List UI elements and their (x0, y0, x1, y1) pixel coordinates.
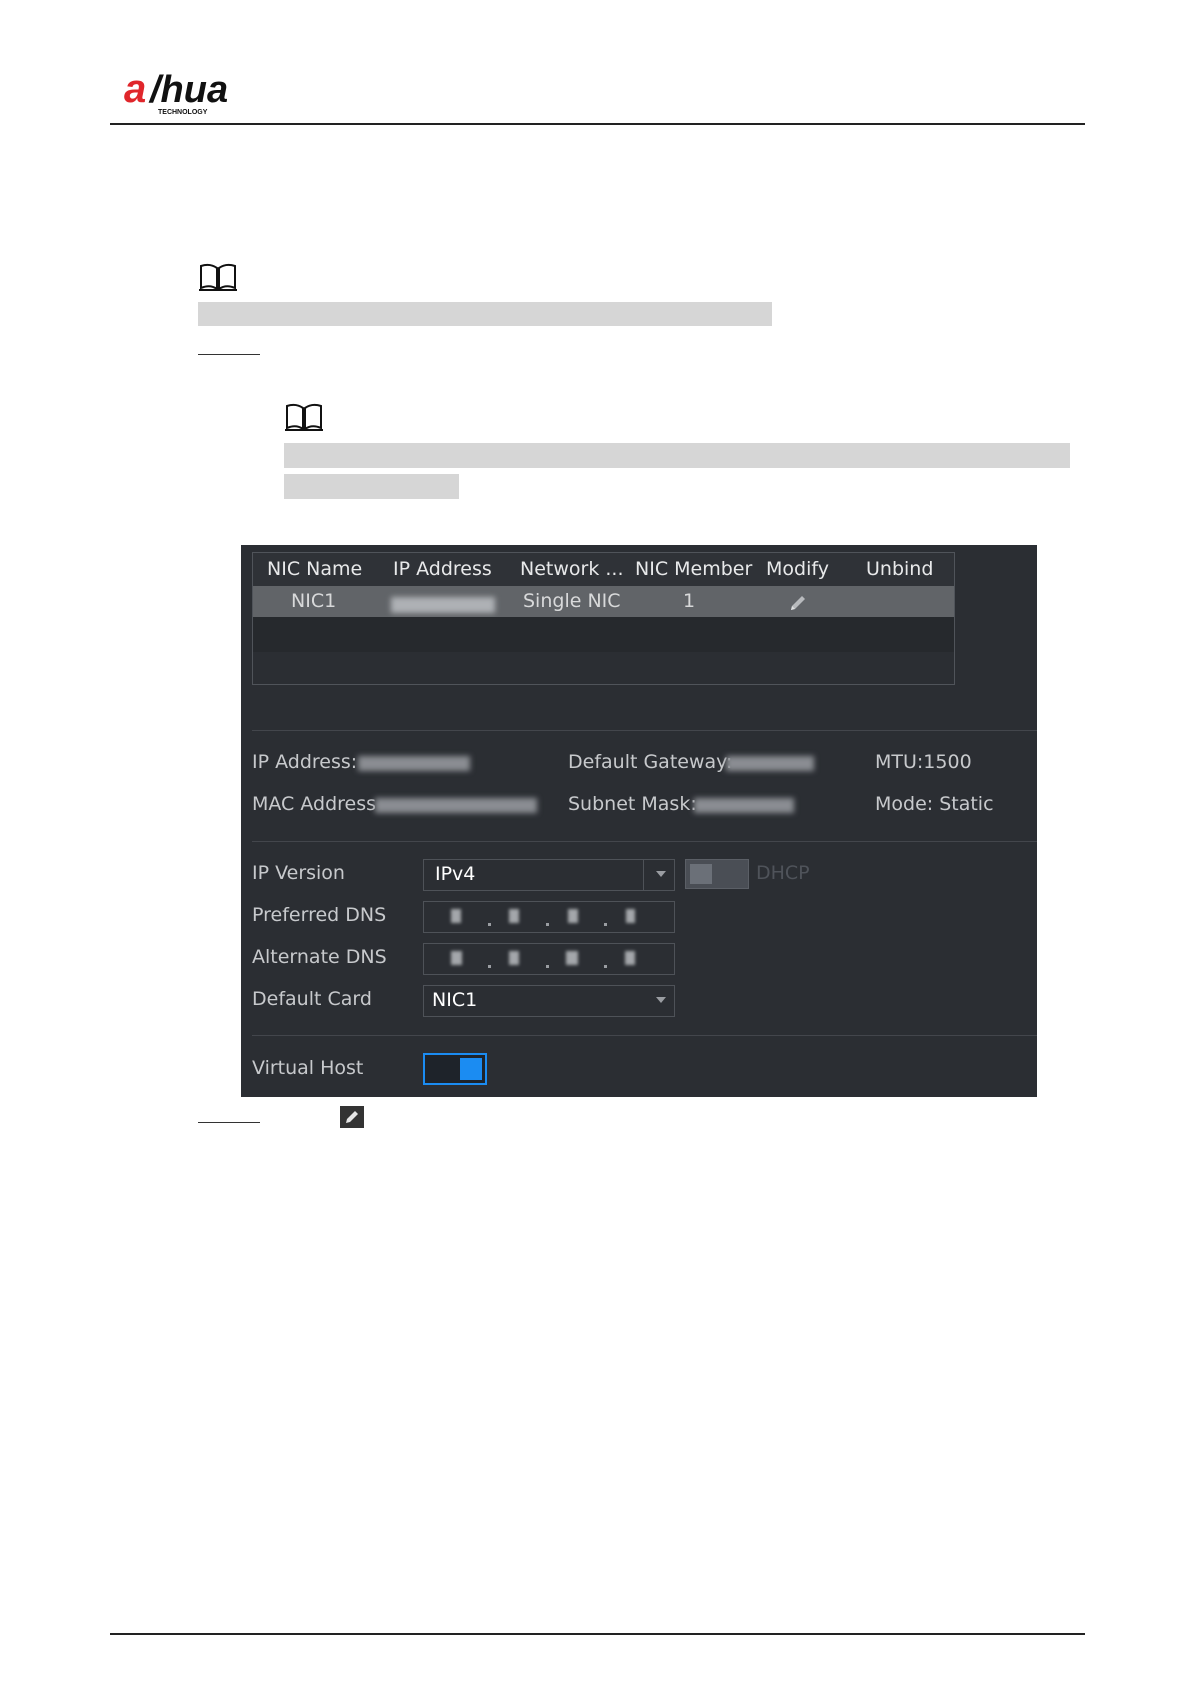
dns-dot (488, 965, 491, 968)
logo-subtext: TECHNOLOGY (158, 109, 208, 116)
dns-octet-redacted (451, 951, 462, 965)
book-icon (199, 263, 237, 291)
footer-rule (110, 1633, 1085, 1635)
alternate-dns-input[interactable] (423, 943, 675, 975)
col-ip-address[interactable]: IP Address (393, 558, 492, 580)
col-unbind[interactable]: Unbind (866, 558, 933, 580)
col-nic-name[interactable]: NIC Name (267, 558, 362, 580)
mac-address-redacted (375, 798, 537, 813)
ip-address-redacted (358, 756, 470, 771)
virtual-host-label: Virtual Host (252, 1057, 364, 1079)
col-nic-member[interactable]: NIC Member (635, 558, 752, 580)
col-modify[interactable]: Modify (766, 558, 829, 580)
dns-octet-redacted (509, 909, 519, 923)
section-divider (252, 730, 1037, 731)
chevron-down-icon (656, 871, 666, 877)
nic-table: NIC Name IP Address Network ... NIC Memb… (252, 552, 955, 685)
redacted-note-text (198, 302, 772, 326)
dhcp-label: DHCP (756, 862, 810, 884)
default-card-value: NIC1 (432, 989, 478, 1011)
dns-dot (546, 965, 549, 968)
dns-octet-redacted (626, 909, 635, 923)
default-gateway-redacted (726, 756, 814, 771)
cell-nic-name: NIC1 (291, 590, 337, 612)
dns-octet-redacted (568, 909, 578, 923)
pencil-icon[interactable] (787, 592, 809, 614)
step-underline (198, 354, 260, 355)
ip-version-label: IP Version (252, 862, 345, 884)
dhcp-toggle[interactable] (685, 859, 749, 889)
mtu-value: MTU:1500 (875, 751, 972, 773)
dns-octet-redacted (625, 951, 635, 965)
preferred-dns-label: Preferred DNS (252, 904, 387, 926)
header-rule (110, 123, 1085, 125)
col-network[interactable]: Network ... (520, 558, 624, 580)
step-underline (198, 1122, 260, 1123)
subnet-mask-redacted (694, 798, 794, 813)
network-settings-panel: NIC Name IP Address Network ... NIC Memb… (241, 545, 1037, 1097)
table-header: NIC Name IP Address Network ... NIC Memb… (253, 553, 954, 586)
ip-version-value: IPv4 (435, 863, 476, 885)
subnet-mask-label: Subnet Mask: (568, 793, 697, 815)
dns-dot (546, 923, 549, 926)
alternate-dns-label: Alternate DNS (252, 946, 387, 968)
default-card-label: Default Card (252, 988, 372, 1010)
dns-octet-redacted (566, 951, 578, 965)
dns-octet-redacted (509, 951, 519, 965)
pencil-icon (340, 1106, 364, 1128)
cell-nic-member: 1 (683, 590, 696, 612)
dns-dot (604, 923, 607, 926)
table-row-empty (253, 652, 954, 684)
dns-octet-redacted (451, 909, 461, 923)
ip-version-select[interactable]: IPv4 (423, 859, 675, 891)
chevron-down-icon (656, 997, 666, 1003)
select-separator (643, 860, 644, 890)
svg-text:/hua: /hua (148, 69, 228, 111)
table-row-empty (253, 617, 954, 652)
mode-value: Mode: Static (875, 793, 994, 815)
section-divider (252, 1035, 1037, 1036)
toggle-knob (460, 1058, 482, 1080)
ip-address-label: IP Address: (252, 751, 358, 773)
dns-dot (604, 965, 607, 968)
dns-dot (488, 923, 491, 926)
redacted-note-text (284, 443, 1070, 468)
virtual-host-toggle[interactable] (423, 1053, 487, 1085)
cell-ip-address-redacted (391, 597, 495, 613)
preferred-dns-input[interactable] (423, 901, 675, 933)
book-icon (285, 403, 323, 431)
toggle-knob (690, 864, 712, 884)
default-card-select[interactable]: NIC1 (423, 985, 675, 1017)
default-gateway-label: Default Gateway: (568, 751, 733, 773)
section-divider (252, 841, 1037, 842)
mac-address-label: MAC Address (252, 793, 377, 815)
cell-network: Single NIC (523, 590, 621, 612)
svg-text:a: a (124, 68, 146, 111)
company-logo: a /hua TECHNOLOGY (124, 68, 228, 116)
redacted-note-text (284, 474, 459, 499)
